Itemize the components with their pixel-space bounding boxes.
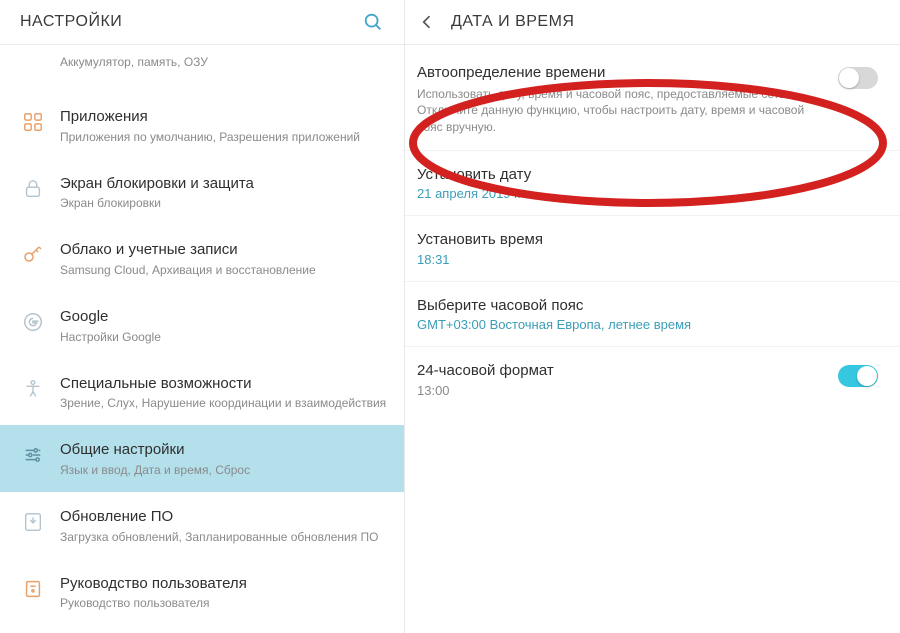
sidebar-item-apps[interactable]: Приложения Приложения по умолчанию, Разр… xyxy=(0,92,404,159)
sidebar-item-sub: Загрузка обновлений, Запланированные обн… xyxy=(60,529,388,545)
sidebar-item-label: Общие настройки xyxy=(60,440,388,460)
sidebar-item-general[interactable]: Общие настройки Язык и ввод, Дата и врем… xyxy=(0,425,404,492)
detail-item-label: Установить время xyxy=(417,230,878,250)
sidebar-title: НАСТРОЙКИ xyxy=(20,13,122,31)
sidebar-item-label: Руководство пользователя xyxy=(60,574,388,594)
sidebar-item-label: Специальные возможности xyxy=(60,374,388,394)
24h-switch[interactable] xyxy=(838,365,878,387)
auto-time-switch[interactable] xyxy=(838,67,878,89)
detail-title: ДАТА И ВРЕМЯ xyxy=(451,13,574,31)
detail-item-value: 18:31 xyxy=(417,252,878,267)
detail-item-desc: Использовать дату, время и часовой пояс,… xyxy=(417,86,826,136)
search-icon xyxy=(362,11,384,33)
detail-item-set-time[interactable]: Установить время 18:31 xyxy=(405,216,900,282)
sidebar-item-sub: Приложения по умолчанию, Разрешения прил… xyxy=(60,129,388,145)
lock-icon xyxy=(20,176,46,202)
google-icon xyxy=(20,309,46,335)
sidebar-item-sub: Аккумулятор, память, ОЗУ xyxy=(60,54,388,70)
detail-body: Автоопределение времени Использовать дат… xyxy=(405,45,900,412)
detail-item-label: Установить дату xyxy=(417,165,878,185)
detail-item-label: Автоопределение времени xyxy=(417,63,826,83)
sidebar-item-google[interactable]: Google Настройки Google xyxy=(0,292,404,359)
sidebar-item-label: Экран блокировки и защита xyxy=(60,174,388,194)
sidebar-item-update[interactable]: Обновление ПО Загрузка обновлений, Запла… xyxy=(0,492,404,559)
detail-item-label: 24-часовой формат xyxy=(417,361,826,381)
sidebar-item-sub: Экран блокировки xyxy=(60,195,388,211)
update-icon xyxy=(20,509,46,535)
detail-panel: ДАТА И ВРЕМЯ Автоопределение времени Исп… xyxy=(405,0,900,633)
key-icon xyxy=(20,242,46,268)
sidebar-item-label: Обновление ПО xyxy=(60,507,388,527)
sidebar-item-sub: Руководство пользователя xyxy=(60,595,388,611)
settings-sidebar: НАСТРОЙКИ Аккумулятор, память, ОЗУ xyxy=(0,0,405,633)
sidebar-item-label: Google xyxy=(60,307,388,327)
sidebar-item-label: Приложения xyxy=(60,107,388,127)
sidebar-item-label: Облако и учетные записи xyxy=(60,240,388,260)
detail-item-set-date[interactable]: Установить дату 21 апреля 2019 г. xyxy=(405,151,900,217)
sidebar-item-lockscreen[interactable]: Экран блокировки и защита Экран блокиров… xyxy=(0,159,404,226)
sidebar-item-cloud[interactable]: Облако и учетные записи Samsung Cloud, А… xyxy=(0,225,404,292)
sidebar-item-battery[interactable]: Аккумулятор, память, ОЗУ xyxy=(0,45,404,92)
detail-item-24h[interactable]: 24-часовой формат 13:00 xyxy=(405,347,900,412)
sidebar-item-manual[interactable]: Руководство пользователя Руководство пол… xyxy=(0,559,404,626)
sidebar-header: НАСТРОЙКИ xyxy=(0,0,404,44)
detail-item-auto-time[interactable]: Автоопределение времени Использовать дат… xyxy=(405,49,900,151)
sidebar-item-about[interactable]: Сведения о планшете Состояние, Юридическ… xyxy=(0,626,404,633)
chevron-left-icon xyxy=(417,12,437,32)
accessibility-icon xyxy=(20,376,46,402)
sidebar-item-accessibility[interactable]: Специальные возможности Зрение, Слух, На… xyxy=(0,359,404,426)
apps-icon xyxy=(20,109,46,135)
sidebar-item-sub: Зрение, Слух, Нарушение координации и вз… xyxy=(60,395,388,411)
detail-item-value: GMT+03:00 Восточная Европа, летнее время xyxy=(417,317,878,332)
manual-icon xyxy=(20,576,46,602)
sidebar-list: Аккумулятор, память, ОЗУ Приложения Прил… xyxy=(0,45,404,633)
detail-item-label: Выберите часовой пояс xyxy=(417,296,878,316)
detail-item-value: 13:00 xyxy=(417,383,826,398)
sidebar-item-sub: Язык и ввод, Дата и время, Сброс xyxy=(60,462,388,478)
back-button[interactable] xyxy=(411,6,443,38)
search-button[interactable] xyxy=(360,9,386,35)
detail-item-timezone[interactable]: Выберите часовой пояс GMT+03:00 Восточна… xyxy=(405,282,900,348)
sidebar-item-sub: Настройки Google xyxy=(60,329,388,345)
sidebar-item-sub: Samsung Cloud, Архивация и восстановлени… xyxy=(60,262,388,278)
detail-item-value: 21 апреля 2019 г. xyxy=(417,186,878,201)
detail-header: ДАТА И ВРЕМЯ xyxy=(405,0,900,44)
sliders-icon xyxy=(20,442,46,468)
